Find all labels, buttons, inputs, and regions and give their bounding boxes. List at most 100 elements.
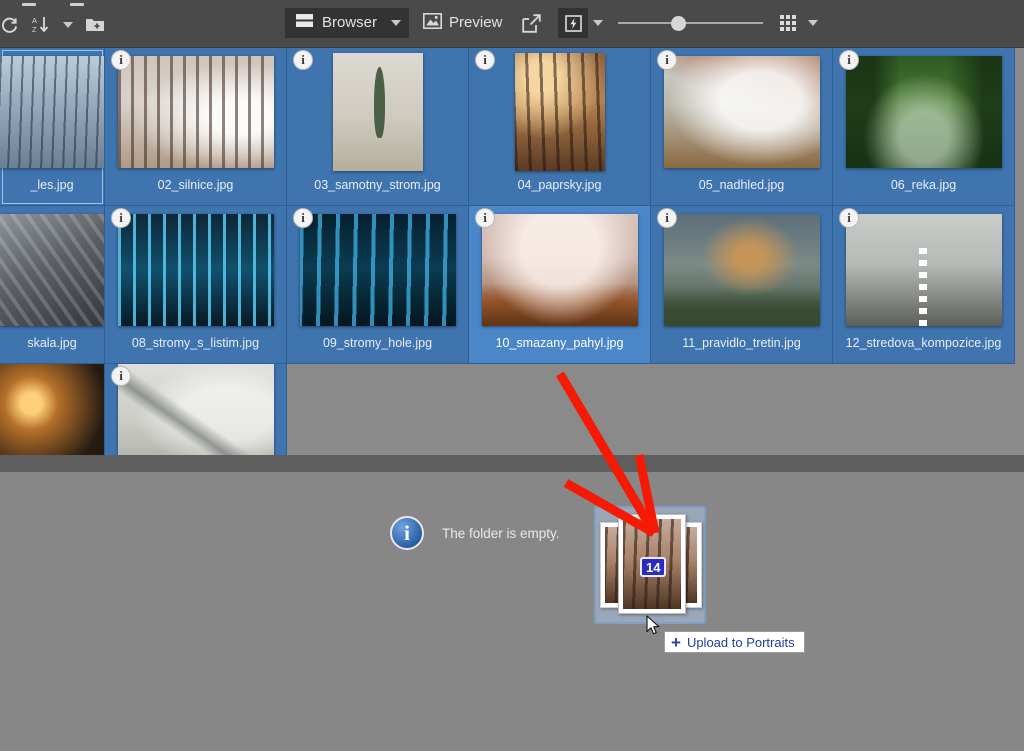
- chevron-down-icon: [63, 22, 73, 28]
- thumbnail-cell[interactable]: i 03_samotny_strom.jpg: [287, 48, 469, 206]
- thumbnail-filename: 09_stromy_hole.jpg: [322, 336, 433, 350]
- thumbnail-filename: 08_stromy_s_listim.jpg: [131, 336, 260, 350]
- empty-folder-message: i The folder is empty.: [390, 516, 560, 550]
- svg-text:A: A: [32, 16, 37, 25]
- thumbnail-filename: 02_silnice.jpg: [157, 178, 234, 192]
- open-external-icon[interactable]: [516, 8, 546, 38]
- info-badge-icon[interactable]: i: [111, 208, 131, 228]
- thumbnail-zoom-slider[interactable]: [618, 8, 764, 38]
- thumbnail-photo: [663, 56, 820, 168]
- thumbnail-image: [117, 214, 274, 326]
- thumbnail-grid: i_les.jpgi02_silnice.jpgi03_samotny_stro…: [0, 48, 1024, 455]
- slider-track: [618, 22, 764, 24]
- info-badge-icon[interactable]: i: [657, 50, 677, 70]
- thumbnail-image: [117, 364, 274, 455]
- thumbnail-image-area: [287, 206, 468, 334]
- thumbnail-cell[interactable]: iskala.jpg: [0, 206, 105, 364]
- thumbnail-filename: 10_smazany_pahyl.jpg: [495, 336, 624, 350]
- thumbnail-photo: [514, 53, 605, 171]
- sort-dropdown-caret[interactable]: [58, 10, 78, 40]
- info-badge-icon[interactable]: i: [111, 50, 131, 70]
- empty-folder-text: The folder is empty.: [442, 525, 560, 541]
- thumbnail-image: [332, 53, 423, 171]
- browser-mode-button[interactable]: Browser: [285, 8, 410, 38]
- info-badge-icon[interactable]: i: [475, 208, 495, 228]
- info-badge-icon[interactable]: i: [293, 208, 313, 228]
- new-folder-icon[interactable]: [80, 10, 110, 40]
- svg-text:Z: Z: [32, 25, 37, 34]
- thumbnail-filename: 04_paprsky.jpg: [517, 178, 602, 192]
- thumbnail-image: [845, 214, 1002, 326]
- thumbnail-row: ii: [0, 364, 1024, 455]
- chevron-down-icon: [808, 20, 819, 26]
- thumbnail-cell[interactable]: i 06_reka.jpg: [833, 48, 1015, 206]
- thumbnail-photo: [0, 364, 104, 455]
- thumbnail-filename: 05_nadhled.jpg: [698, 178, 785, 192]
- grid-view-icon[interactable]: [773, 8, 803, 38]
- thumbnail-filename: 06_reka.jpg: [890, 178, 957, 192]
- thumbnail-browser[interactable]: i_les.jpgi02_silnice.jpgi03_samotny_stro…: [0, 48, 1024, 455]
- plus-icon: +: [671, 632, 681, 652]
- info-badge-icon[interactable]: i: [293, 50, 313, 70]
- thumbnail-photo: [0, 56, 104, 168]
- panel-splitter[interactable]: [0, 455, 1024, 472]
- sort-az-icon[interactable]: A Z: [26, 10, 56, 40]
- thumbnail-image: [299, 214, 456, 326]
- thumbnail-image-area: [833, 48, 1014, 176]
- info-badge-icon[interactable]: i: [839, 50, 859, 70]
- thumbnail-cell[interactable]: i_les.jpg: [0, 48, 105, 206]
- info-badge-icon[interactable]: i: [839, 208, 859, 228]
- thumbnail-image-area: [105, 206, 286, 334]
- info-badge-icon[interactable]: i: [111, 366, 131, 386]
- thumbnail-cell[interactable]: i: [105, 364, 287, 455]
- filter-bolt-button[interactable]: [558, 8, 589, 38]
- thumbnail-image: [663, 214, 820, 326]
- thumbnail-photo: [481, 214, 638, 326]
- thumbnail-photo: [117, 214, 274, 326]
- thumbnail-image: [0, 364, 104, 455]
- thumbnail-cell[interactable]: i 09_stromy_hole.jpg: [287, 206, 469, 364]
- thumbnail-image-area: [0, 48, 104, 176]
- thumbnail-image-area: [833, 206, 1014, 334]
- thumbnail-image: [663, 56, 820, 168]
- photo-browser-window: A Z Browser Preview _les.jpg i 02_silnic…: [0, 0, 1024, 751]
- thumbnail-cell[interactable]: i 10_smazany_pahyl.jpg: [469, 206, 651, 364]
- thumbnail-image-area: [0, 206, 104, 334]
- lightning-bolt-icon: [565, 14, 582, 32]
- refresh-icon[interactable]: [0, 10, 24, 40]
- browser-dropdown-caret[interactable]: [391, 20, 402, 26]
- thumbnail-filename: 12_stredova_kompozice.jpg: [845, 336, 1002, 350]
- thumbnail-cell[interactable]: i 08_stromy_s_listim.jpg: [105, 206, 287, 364]
- thumbnail-image-area: [651, 206, 832, 334]
- browser-mode-label: Browser: [322, 14, 378, 31]
- thumbnail-filename: 11_pravidlo_tretin.jpg: [682, 336, 801, 350]
- drag-count-badge: 14: [640, 557, 667, 577]
- slider-handle[interactable]: [670, 16, 686, 31]
- thumbnail-cell[interactable]: i 02_silnice.jpg: [105, 48, 287, 206]
- thumbnail-photo: [663, 214, 820, 326]
- thumbnail-cell[interactable]: i 04_paprsky.jpg: [469, 48, 651, 206]
- mouse-pointer-icon: [646, 615, 660, 635]
- drag-ghost-stack[interactable]: 14: [594, 506, 706, 624]
- thumbnail-cell[interactable]: i 05_nadhled.jpg: [651, 48, 833, 206]
- destination-folder-panel[interactable]: i The folder is empty.: [0, 472, 1024, 751]
- thumbnail-image-area: [651, 48, 832, 176]
- drop-target-tooltip: + Upload to Portraits: [664, 631, 805, 653]
- thumbnail-photo: [299, 214, 456, 326]
- thumbnail-filename: _les.jpg: [30, 178, 74, 192]
- thumbnail-cell[interactable]: i 11_pravidlo_tretin.jpg: [651, 206, 833, 364]
- grid-view-dropdown-caret[interactable]: [803, 8, 823, 38]
- info-badge-icon[interactable]: i: [475, 50, 495, 70]
- image-icon: [423, 12, 443, 34]
- filter-dropdown-caret[interactable]: [588, 8, 608, 38]
- preview-button[interactable]: Preview: [415, 8, 510, 38]
- thumbnail-cell[interactable]: i: [0, 364, 105, 455]
- thumbnail-photo: [332, 53, 423, 171]
- thumbnail-cell[interactable]: i 12_stredova_kompozice.jpg: [833, 206, 1015, 364]
- preview-label: Preview: [449, 14, 503, 31]
- info-badge-icon[interactable]: i: [657, 208, 677, 228]
- drop-tooltip-label: Upload to Portraits: [686, 634, 795, 650]
- thumbnail-image: [0, 214, 104, 326]
- thumbnail-image: [0, 56, 104, 168]
- thumbnail-image: [481, 214, 638, 326]
